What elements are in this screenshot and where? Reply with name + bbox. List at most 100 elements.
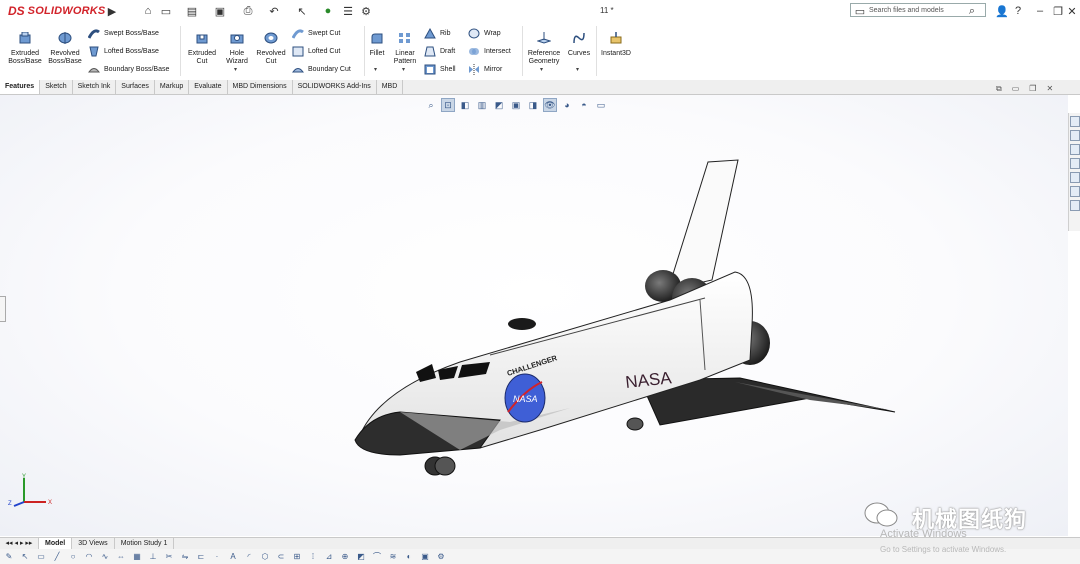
- solidworks-logo[interactable]: DS SOLIDWORKS: [8, 2, 105, 20]
- rectangle-icon[interactable]: ▭: [36, 552, 46, 562]
- zoom-to-fit-icon[interactable]: ⌕: [424, 98, 438, 112]
- circle-icon[interactable]: ○: [68, 552, 78, 562]
- hide-show-items-icon[interactable]: 👁: [543, 98, 557, 112]
- expand-menu-icon[interactable]: ▶: [104, 3, 120, 19]
- grid-icon[interactable]: ▦: [132, 552, 142, 562]
- curves-button[interactable]: Curves: [565, 32, 593, 58]
- relation-icon[interactable]: ⊥: [148, 552, 158, 562]
- tab-surfaces[interactable]: Surfaces: [116, 80, 155, 94]
- extruded-cut-button[interactable]: Extruded Cut: [184, 32, 220, 67]
- draft-button[interactable]: Draft: [424, 46, 455, 57]
- spline-icon[interactable]: ∿: [100, 552, 110, 562]
- extruded-boss-button[interactable]: Extruded Boss/Base: [6, 31, 44, 67]
- convert-entities-icon[interactable]: ⊞: [292, 552, 302, 562]
- arc-icon[interactable]: ◠: [84, 552, 94, 562]
- save-icon[interactable]: ▣: [212, 3, 228, 19]
- zebra-icon[interactable]: ≋: [388, 552, 398, 562]
- minimize-icon[interactable]: –: [1032, 3, 1048, 19]
- measure-icon[interactable]: ⊕: [340, 552, 350, 562]
- display-style-icon[interactable]: ◨: [526, 98, 540, 112]
- rib-button[interactable]: Rib: [424, 28, 451, 39]
- rebuild-icon[interactable]: ●: [320, 3, 336, 19]
- settings-icon[interactable]: ⚙: [436, 552, 446, 562]
- apply-scene-icon[interactable]: ◓: [577, 98, 591, 112]
- pattern-dropdown-icon[interactable]: ▾: [402, 66, 405, 73]
- dimension-icon[interactable]: ⇔: [116, 552, 126, 562]
- linear-pattern-button[interactable]: Linear Pattern: [390, 32, 420, 67]
- curves-dropdown-icon[interactable]: ▾: [576, 66, 579, 73]
- slot-icon[interactable]: ⊂: [276, 552, 286, 562]
- curvature-icon[interactable]: ⌒: [372, 552, 382, 562]
- forum-icon[interactable]: [1070, 200, 1080, 211]
- mirror-entities-icon[interactable]: ⇋: [180, 552, 190, 562]
- reference-geometry-button[interactable]: Reference Geometry: [524, 32, 564, 67]
- swept-boss-button[interactable]: Swept Boss/Base: [88, 28, 159, 39]
- point-icon[interactable]: ·: [212, 552, 222, 562]
- fillet-button[interactable]: Fillet: [366, 32, 388, 58]
- appearances-icon[interactable]: [1070, 172, 1080, 183]
- tab-evaluate[interactable]: Evaluate: [189, 80, 228, 94]
- fillet-dropdown-icon[interactable]: ▾: [374, 66, 377, 73]
- swept-cut-button[interactable]: Swept Cut: [292, 28, 340, 39]
- tab-features[interactable]: Features: [0, 80, 41, 94]
- file-properties-icon[interactable]: ☰: [340, 3, 356, 19]
- open-folder-icon[interactable]: ▤: [184, 3, 200, 19]
- options-gear-icon[interactable]: ⚙: [358, 3, 374, 19]
- polygon-icon[interactable]: ⬡: [260, 552, 270, 562]
- line-icon[interactable]: ╱: [52, 552, 62, 562]
- section-view-icon[interactable]: ▥: [475, 98, 489, 112]
- search-icon[interactable]: ⌕: [964, 3, 980, 19]
- dynamic-annotation-icon[interactable]: ◩: [492, 98, 506, 112]
- render-icon[interactable]: ◐: [404, 552, 414, 562]
- zoom-to-area-icon[interactable]: ⊡: [441, 98, 455, 112]
- revolved-cut-button[interactable]: Revolved Cut: [254, 32, 288, 67]
- view-settings-icon[interactable]: ▭: [594, 98, 608, 112]
- home-icon[interactable]: ⌂: [140, 3, 156, 19]
- text-icon[interactable]: A: [228, 552, 238, 562]
- edit-appearance-icon[interactable]: ◕: [560, 98, 574, 112]
- viewport-close-icon[interactable]: ✕: [1046, 84, 1053, 94]
- tab-sketch-ink[interactable]: Sketch Ink: [73, 80, 117, 94]
- lofted-cut-button[interactable]: Lofted Cut: [292, 46, 340, 57]
- photo-icon[interactable]: ▣: [420, 552, 430, 562]
- view-palette-icon[interactable]: [1070, 158, 1080, 169]
- print-icon[interactable]: ⎙: [240, 3, 256, 19]
- viewport-restore-icon[interactable]: ❐: [1029, 84, 1036, 94]
- trim-icon[interactable]: ✂: [164, 552, 174, 562]
- hole-wizard-button[interactable]: Hole Wizard: [220, 32, 254, 67]
- wrap-button[interactable]: Wrap: [468, 28, 501, 39]
- help-icon[interactable]: ?: [1010, 3, 1026, 19]
- boundary-boss-button[interactable]: Boundary Boss/Base: [88, 64, 169, 75]
- tab-markup[interactable]: Markup: [155, 80, 190, 94]
- instant3d-button[interactable]: Instant3D: [598, 32, 634, 58]
- pointer-icon[interactable]: ↖: [20, 552, 30, 562]
- section-icon[interactable]: ◩: [356, 552, 366, 562]
- revolved-boss-button[interactable]: Revolved Boss/Base: [46, 32, 84, 67]
- fillet-sketch-icon[interactable]: ◜: [244, 552, 254, 562]
- user-icon[interactable]: 👤: [994, 3, 1010, 19]
- tile-icon[interactable]: ⧉: [996, 84, 1002, 94]
- view-orientation-icon[interactable]: ▣: [509, 98, 523, 112]
- select-arrow-icon[interactable]: ↖: [294, 3, 310, 19]
- intersect-button[interactable]: Intersect: [468, 46, 511, 57]
- reference-geometry-dropdown-icon[interactable]: ▾: [540, 66, 543, 73]
- tab-solidworks-add-ins[interactable]: SOLIDWORKS Add-Ins: [293, 80, 377, 94]
- tab-mbd-dimensions[interactable]: MBD Dimensions: [228, 80, 293, 94]
- file-explorer-icon[interactable]: [1070, 144, 1080, 155]
- space-shuttle-model[interactable]: NASA CHALLENGER NASA: [340, 150, 910, 490]
- tab-mbd[interactable]: MBD: [377, 80, 404, 94]
- solidworks-resources-icon[interactable]: [1070, 116, 1080, 127]
- pencil-icon[interactable]: ✎: [4, 552, 14, 562]
- custom-properties-icon[interactable]: [1070, 186, 1080, 197]
- viewport-minimize-icon[interactable]: ▭: [1012, 84, 1020, 94]
- tab-sketch[interactable]: Sketch: [40, 80, 73, 94]
- mirror-button[interactable]: Mirror: [468, 64, 502, 75]
- pattern-sketch-icon[interactable]: ⁞: [308, 552, 318, 562]
- boundary-cut-button[interactable]: Boundary Cut: [292, 64, 351, 75]
- shell-button[interactable]: Shell: [424, 64, 456, 75]
- offset-icon[interactable]: ⊏: [196, 552, 206, 562]
- close-icon[interactable]: ✕: [1064, 3, 1080, 19]
- feature-tree-flyout-handle[interactable]: [0, 296, 6, 322]
- hole-wizard-dropdown-icon[interactable]: ▾: [234, 66, 237, 73]
- lofted-boss-button[interactable]: Lofted Boss/Base: [88, 46, 159, 57]
